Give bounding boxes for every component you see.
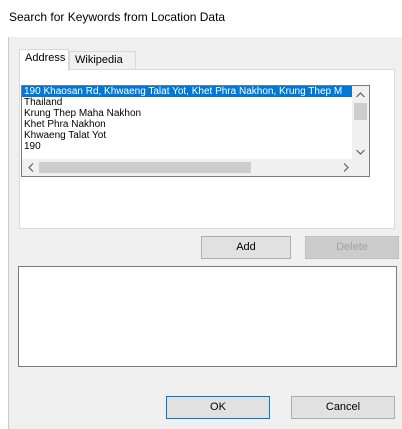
scroll-up-arrow-icon[interactable] [352, 86, 369, 103]
list-item[interactable]: 190 [22, 141, 354, 152]
keywords-text-area[interactable] [18, 266, 397, 367]
list-item[interactable]: Thailand [22, 97, 354, 108]
address-list-items: 190 Khaosan Rd, Khwaeng Talat Yot, Khet … [22, 86, 354, 152]
dialog-client: Address Wikipedia 190 Khaosan Rd, Khwaen… [8, 37, 402, 429]
list-item[interactable]: Khet Phra Nakhon [22, 119, 354, 130]
horizontal-scroll-thumb[interactable] [39, 162, 251, 173]
title-bar: Search for Keywords from Location Data [0, 0, 402, 37]
scroll-left-arrow-icon[interactable] [22, 159, 39, 176]
list-item[interactable]: Krung Thep Maha Nakhon [22, 108, 354, 119]
cancel-button[interactable]: Cancel [291, 396, 395, 419]
scroll-down-arrow-icon[interactable] [352, 143, 369, 160]
scrollbar-corner [352, 159, 369, 176]
tab-wikipedia[interactable]: Wikipedia [69, 51, 136, 70]
vertical-scrollbar[interactable] [352, 86, 369, 160]
window-title: Search for Keywords from Location Data [9, 10, 226, 24]
horizontal-scrollbar[interactable] [22, 159, 354, 176]
tab-address[interactable]: Address [19, 49, 69, 71]
list-item[interactable]: Khwaeng Talat Yot [22, 130, 354, 141]
add-button[interactable]: Add [201, 236, 291, 259]
list-item-selected[interactable]: 190 Khaosan Rd, Khwaeng Talat Yot, Khet … [22, 86, 354, 97]
vertical-scroll-thumb[interactable] [354, 103, 367, 120]
ok-button[interactable]: OK [166, 396, 270, 419]
delete-button[interactable]: Delete [305, 236, 399, 259]
address-listbox[interactable]: 190 Khaosan Rd, Khwaeng Talat Yot, Khet … [21, 85, 370, 177]
